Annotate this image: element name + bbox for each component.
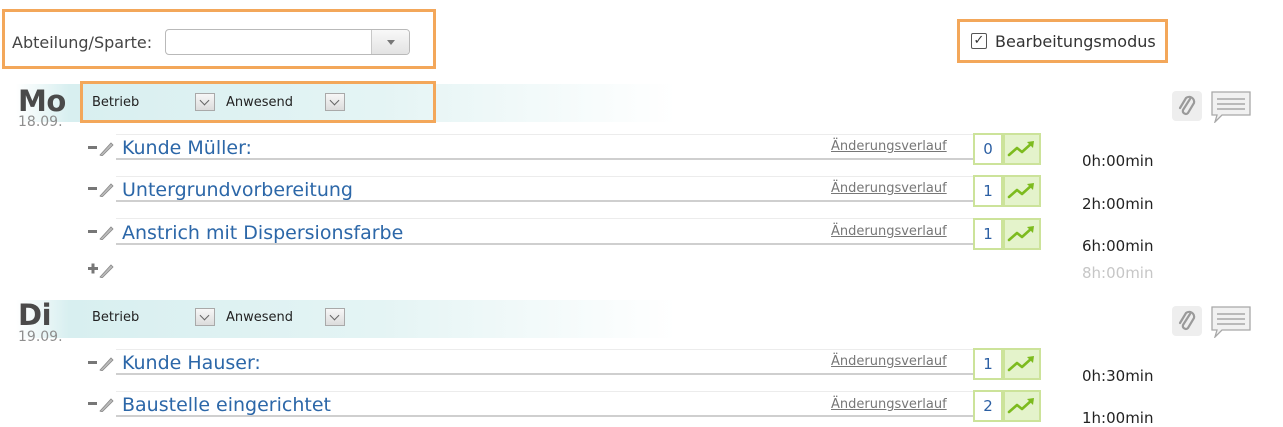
history-link[interactable]: Änderungsverlauf [831, 397, 947, 412]
row-divider [116, 391, 974, 392]
attendance-dropdown[interactable] [325, 308, 345, 326]
entry-title[interactable]: Kunde Hauser: [122, 352, 261, 374]
day-date: 18.09. [18, 114, 63, 130]
attachment-count[interactable]: 2 [973, 390, 1003, 422]
row-divider [116, 176, 974, 177]
row-divider [116, 134, 974, 135]
minus-pencil-icon[interactable] [87, 355, 115, 372]
entry-duration: 2h:00min [1082, 195, 1154, 213]
comment-icon[interactable] [1211, 91, 1251, 125]
row-underline [116, 415, 974, 417]
history-link[interactable]: Änderungsverlauf [831, 224, 947, 239]
day-total-duration: 8h:00min [1082, 264, 1154, 282]
trend-up-icon[interactable] [1003, 175, 1041, 207]
history-link[interactable]: Änderungsverlauf [831, 181, 947, 196]
history-link[interactable]: Änderungsverlauf [831, 139, 947, 154]
entry-title[interactable]: Anstrich mit Dispersionsfarbe [122, 222, 403, 244]
attachment-count[interactable]: 1 [973, 175, 1003, 207]
attachment-count[interactable]: 1 [973, 218, 1003, 250]
entry-duration: 0h:30min [1082, 367, 1154, 385]
day-date: 19.09. [18, 329, 63, 345]
minus-pencil-icon[interactable] [87, 140, 115, 157]
day-name: Di [18, 298, 52, 332]
work-type-dropdown[interactable] [195, 308, 215, 326]
row-divider [116, 218, 974, 219]
department-filter-select[interactable] [165, 29, 410, 55]
minus-pencil-icon[interactable] [87, 224, 115, 241]
entry-duration: 0h:00min [1082, 152, 1154, 170]
trend-up-icon[interactable] [1003, 218, 1041, 250]
entry-title[interactable]: Kunde Müller: [122, 137, 252, 159]
day-dropdown-highlight-box [80, 81, 436, 123]
plus-pencil-icon[interactable] [87, 260, 115, 279]
paperclip-icon[interactable] [1172, 306, 1202, 336]
trend-up-icon[interactable] [1003, 133, 1041, 165]
entry-duration: 6h:00min [1082, 237, 1154, 255]
work-type-label: Betrieb [92, 310, 140, 325]
minus-pencil-icon[interactable] [87, 181, 115, 198]
row-divider [116, 349, 974, 350]
trend-up-icon[interactable] [1003, 348, 1041, 380]
entry-title[interactable]: Baustelle eingerichtet [122, 394, 331, 416]
row-underline [116, 200, 974, 202]
row-underline [116, 158, 974, 160]
entry-title[interactable]: Untergrundvorbereitung [122, 179, 353, 201]
row-underline [116, 243, 974, 245]
day-name: Mo [18, 84, 66, 118]
attachment-count[interactable]: 0 [973, 133, 1003, 165]
attachment-count[interactable]: 1 [973, 348, 1003, 380]
department-filter-label: Abteilung/Sparte: [12, 33, 153, 52]
entry-duration: 1h:00min [1082, 409, 1154, 427]
paperclip-icon[interactable] [1172, 91, 1202, 121]
edit-mode-checkbox[interactable]: ✓ [971, 33, 987, 49]
history-link[interactable]: Änderungsverlauf [831, 354, 947, 369]
trend-up-icon[interactable] [1003, 390, 1041, 422]
row-underline [116, 373, 974, 375]
minus-pencil-icon[interactable] [87, 396, 115, 413]
edit-mode-label[interactable]: Bearbeitungsmodus [995, 32, 1156, 51]
comment-icon[interactable] [1211, 306, 1251, 340]
attendance-label: Anwesend [226, 310, 294, 325]
chevron-down-icon[interactable] [371, 30, 409, 54]
checkmark-icon: ✓ [973, 33, 985, 48]
